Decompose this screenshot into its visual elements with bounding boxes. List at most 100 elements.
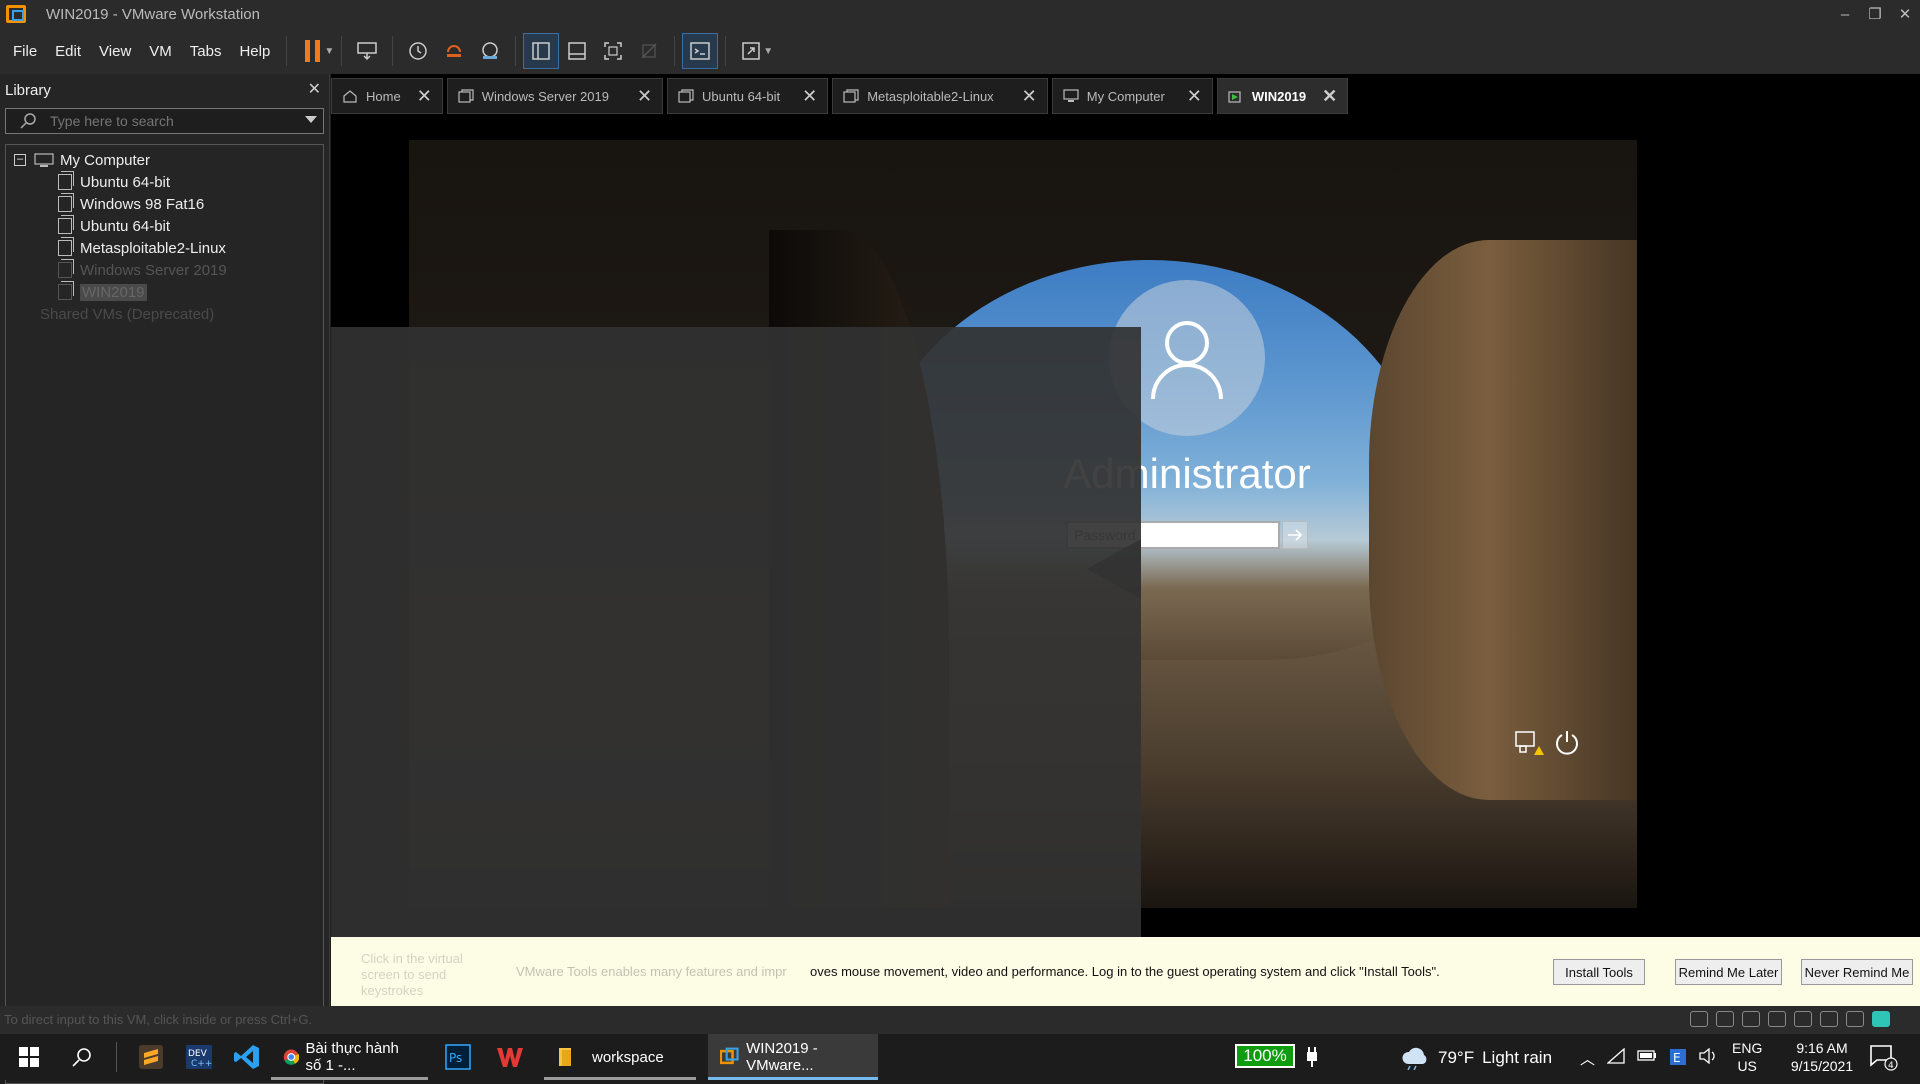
close-button[interactable]: ✕ — [1890, 0, 1920, 28]
input-method-icon[interactable]: E — [1669, 1048, 1687, 1066]
tab-metasploitable2-linux[interactable]: Metasploitable2-Linux ✕ — [832, 78, 1048, 114]
minimize-button[interactable]: – — [1830, 0, 1860, 28]
status-bar: To direct input to this VM, click inside… — [0, 1006, 1920, 1034]
message-log-icon[interactable] — [1872, 1011, 1890, 1027]
notification-count: 4 — [1888, 1061, 1894, 1071]
vm-icon — [58, 215, 74, 234]
collapse-icon[interactable]: – — [14, 154, 26, 166]
take-snapshot-button[interactable] — [400, 33, 436, 69]
clock[interactable]: 9:16 AM 9/15/2021 — [1772, 1039, 1872, 1075]
close-icon[interactable]: ✕ — [1187, 86, 1202, 107]
show-thumbnail-bar-button[interactable] — [559, 33, 595, 69]
search-button[interactable] — [58, 1034, 106, 1080]
tab-home[interactable]: Home ✕ — [331, 78, 443, 114]
tree-item-vm[interactable]: Ubuntu 64-bit — [6, 215, 323, 237]
send-ctrl-alt-del-button[interactable] — [349, 33, 385, 69]
chevron-down-icon[interactable]: ▼ — [324, 46, 334, 57]
menu-view[interactable]: View — [90, 43, 140, 60]
tree-item-my-computer[interactable]: – My Computer — [6, 149, 323, 171]
tree-item-label: Ubuntu 64-bit — [80, 217, 171, 235]
search-input[interactable] — [50, 113, 300, 129]
snapshot-manager-button[interactable] — [472, 33, 508, 69]
wifi-icon[interactable] — [1607, 1048, 1625, 1064]
pause-icon — [304, 40, 320, 62]
chrome-icon — [283, 1049, 300, 1065]
tree-item-vm[interactable]: Windows Server 2019 — [6, 259, 323, 281]
tree-item-vm-selected[interactable]: WIN2019 — [6, 281, 323, 303]
taskbar-app-explorer[interactable]: workspace — [544, 1034, 696, 1080]
close-icon[interactable]: ✕ — [308, 79, 321, 99]
language-indicator[interactable]: ENG US — [1732, 1039, 1762, 1075]
weather-widget[interactable]: 79°F Light rain — [1400, 1046, 1552, 1070]
start-button[interactable] — [0, 1034, 58, 1080]
tree-item-vm[interactable]: Metasploitable2-Linux — [6, 237, 323, 259]
menu-bar: File Edit View VM Tabs Help ▼ ▼ — [0, 28, 1920, 74]
close-icon[interactable]: ✕ — [637, 86, 652, 107]
battery-icon[interactable] — [1637, 1048, 1657, 1062]
chevron-down-icon[interactable]: ▼ — [763, 46, 773, 57]
power-plug-icon[interactable] — [1305, 1046, 1319, 1068]
library-search[interactable] — [5, 108, 324, 134]
sound-icon[interactable] — [1794, 1011, 1812, 1027]
full-screen-button[interactable] — [595, 33, 631, 69]
unity-button[interactable] — [631, 33, 667, 69]
close-icon[interactable]: ✕ — [1022, 86, 1037, 107]
volume-icon[interactable] — [1699, 1048, 1719, 1064]
tree-item-label: Ubuntu 64-bit — [80, 173, 171, 191]
tools-message: oves mouse movement, video and performan… — [810, 964, 1440, 979]
tree-item-vm[interactable]: Windows 98 Fat16 — [6, 193, 323, 215]
bluetooth-icon[interactable] — [1846, 1011, 1864, 1027]
revert-snapshot-button[interactable] — [436, 33, 472, 69]
close-icon[interactable]: ✕ — [802, 86, 817, 107]
menu-file[interactable]: File — [0, 43, 46, 60]
library-panel-icon — [532, 42, 550, 60]
tab-ubuntu-64-bit[interactable]: Ubuntu 64-bit ✕ — [667, 78, 829, 114]
computer-icon — [1063, 89, 1079, 102]
battery-percentage[interactable]: 100% — [1235, 1044, 1295, 1068]
toolbar-separator — [341, 36, 343, 66]
menu-help[interactable]: Help — [230, 43, 279, 60]
power-icon[interactable] — [1552, 728, 1582, 758]
show-library-button[interactable] — [523, 33, 560, 69]
network-warning-icon[interactable] — [1514, 730, 1544, 756]
hint-overlay-pointer — [1087, 539, 1141, 599]
toolbar-separator — [674, 36, 676, 66]
notification-icon[interactable]: 4 — [1868, 1042, 1898, 1072]
menu-vm[interactable]: VM — [140, 43, 181, 60]
cd-dvd-icon[interactable] — [1716, 1011, 1734, 1027]
restore-button[interactable]: ❐ — [1860, 0, 1890, 28]
menu-tabs[interactable]: Tabs — [181, 43, 231, 60]
taskbar-app-chrome[interactable]: Bài thực hành số 1 -... — [271, 1034, 428, 1080]
remind-me-later-button[interactable]: Remind Me Later — [1675, 959, 1782, 985]
keyboard-icon — [357, 42, 377, 61]
printer-icon[interactable] — [1768, 1011, 1786, 1027]
chevron-up-icon[interactable]: ︿ — [1580, 1048, 1595, 1069]
close-icon[interactable]: ✕ — [1322, 86, 1337, 107]
tab-my-computer[interactable]: My Computer ✕ — [1051, 78, 1213, 114]
tree-item-label: My Computer — [60, 151, 151, 169]
window-title: WIN2019 - VMware Workstation — [46, 5, 260, 23]
console-view-button[interactable] — [682, 33, 719, 69]
close-icon[interactable]: ✕ — [417, 86, 432, 107]
submit-button[interactable] — [1282, 521, 1308, 549]
tab-label: Windows Server 2019 — [481, 88, 609, 104]
network-adapter-icon[interactable] — [1742, 1011, 1760, 1027]
dev-cpp-button[interactable]: DEV C++ — [175, 1034, 223, 1080]
never-remind-me-button[interactable]: Never Remind Me — [1801, 959, 1913, 985]
tree-item-vm[interactable]: Ubuntu 64-bit — [6, 171, 323, 193]
wps-office-button[interactable] — [486, 1034, 534, 1080]
tab-windows-server-2019[interactable]: Windows Server 2019 ✕ — [446, 78, 664, 114]
hard-disk-icon[interactable] — [1690, 1011, 1708, 1027]
photoshop-button[interactable]: Ps — [434, 1034, 482, 1080]
tree-item-shared-vms[interactable]: Shared VMs (Deprecated) — [6, 303, 323, 325]
chevron-down-icon[interactable] — [305, 116, 317, 123]
tab-win2019[interactable]: WIN2019 ✕ — [1216, 78, 1349, 114]
install-tools-button[interactable]: Install Tools — [1553, 959, 1645, 985]
toolbar-separator — [725, 36, 727, 66]
menu-edit[interactable]: Edit — [46, 43, 90, 60]
sublime-text-button[interactable] — [127, 1034, 175, 1080]
vscode-button[interactable] — [223, 1034, 271, 1080]
vm-running-icon — [1228, 91, 1241, 103]
taskbar-app-vmware[interactable]: WIN2019 - VMware... — [708, 1034, 878, 1080]
usb-icon[interactable] — [1820, 1011, 1838, 1027]
